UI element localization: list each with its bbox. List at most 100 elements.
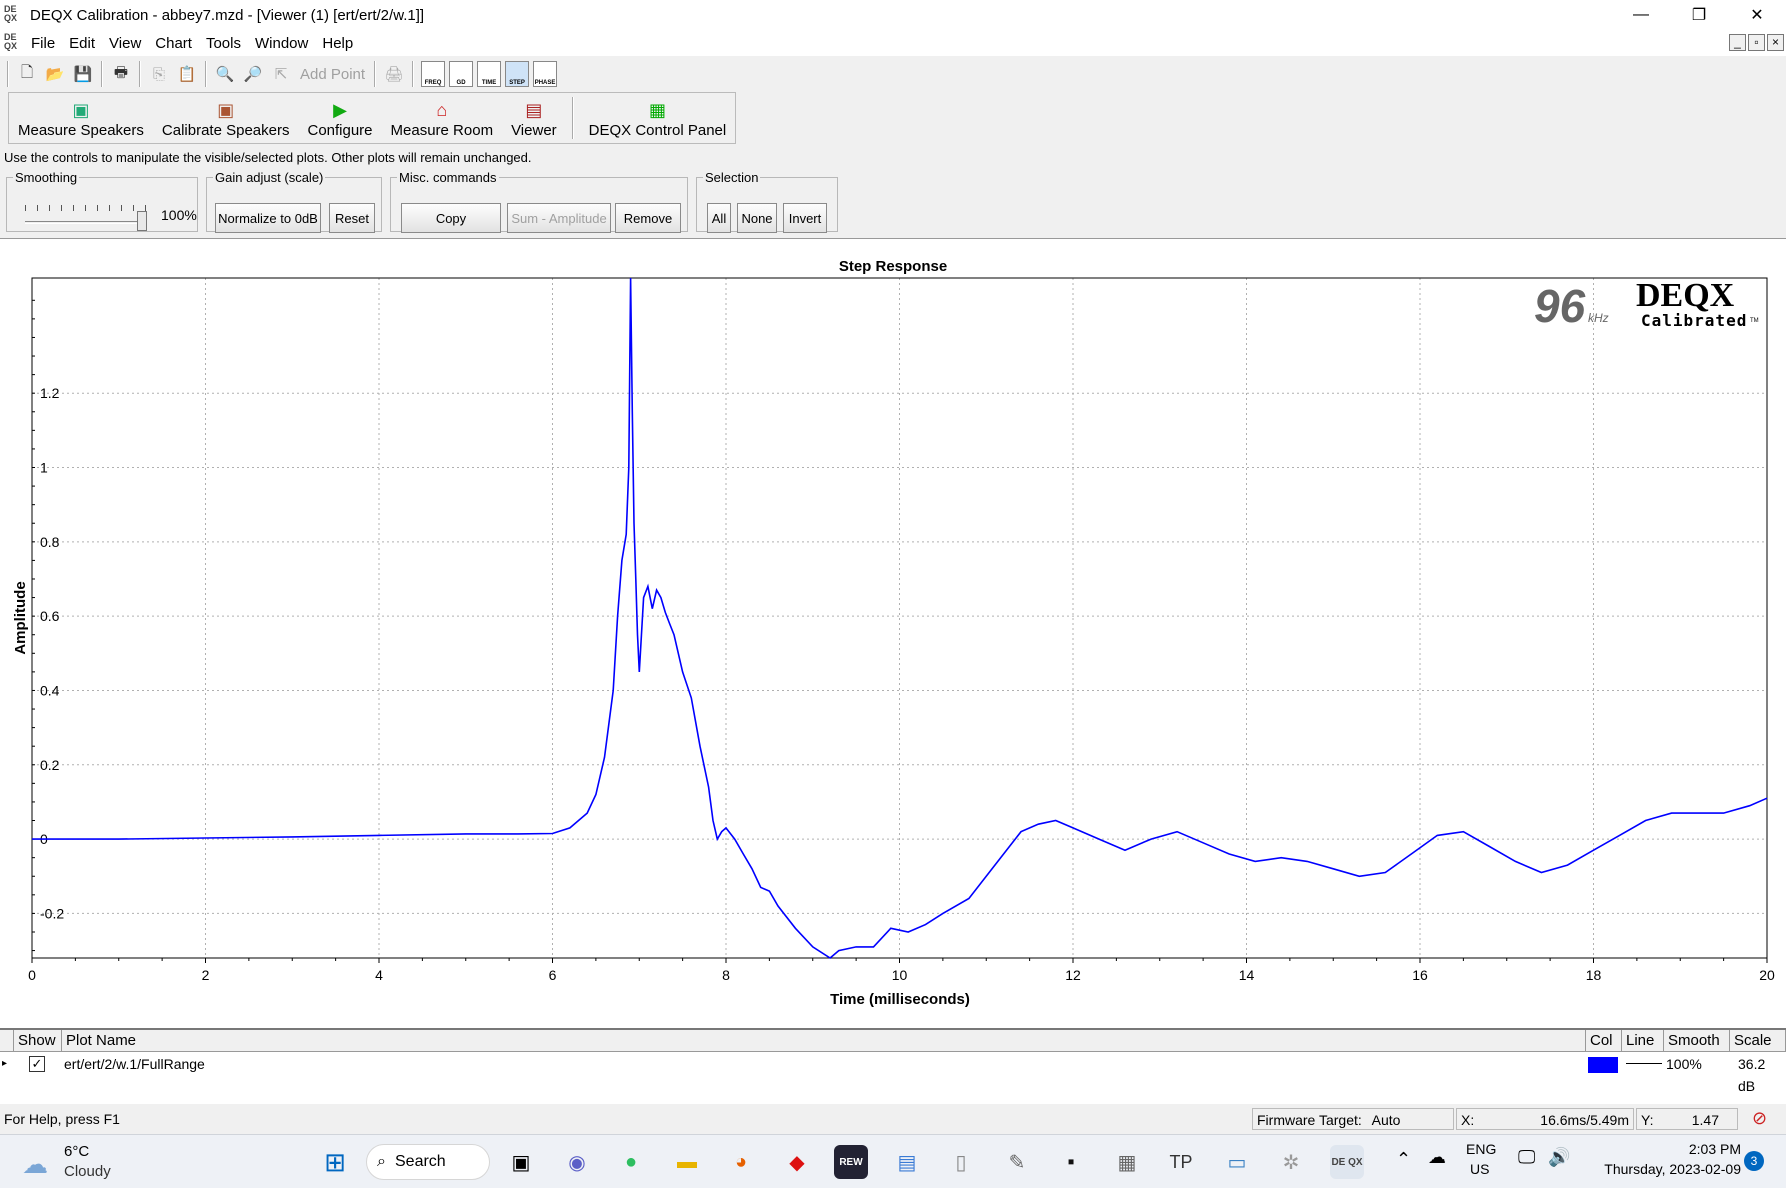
copy-button[interactable]: Copy	[401, 203, 501, 233]
minimize-button[interactable]: —	[1612, 0, 1670, 30]
normalize-button[interactable]: Normalize to 0dB	[215, 203, 321, 233]
deqx-app-icon: DE QX	[4, 4, 18, 23]
reset-button[interactable]: Reset	[329, 203, 375, 233]
control-panel-icon: ▦	[648, 100, 666, 120]
print-icon[interactable]: 🖶	[108, 61, 134, 87]
step-response-chart[interactable]: 0 2 4 6 8 10 12 14 16 18 20-0.200.20.40.60.811.2 T…	[0, 238, 1786, 1028]
menu-view[interactable]: View	[102, 35, 148, 52]
show-checkbox[interactable]: ✓	[29, 1056, 45, 1072]
media-app-icon[interactable]: ▪	[1054, 1145, 1088, 1179]
onedrive-cloud-icon[interactable]: ☁	[1428, 1147, 1446, 1168]
chevron-up-icon[interactable]: ⌃	[1396, 1149, 1411, 1170]
firmware-target-value: Auto	[1371, 1112, 1401, 1128]
save-icon[interactable]: 💾	[70, 61, 96, 87]
calibrate-speakers-button[interactable]: ▣ Calibrate Speakers	[153, 93, 299, 143]
wordpad-icon[interactable]: ✎	[1000, 1145, 1034, 1179]
smooth-cell[interactable]: 100%	[1666, 1053, 1702, 1075]
mdi-restore-button[interactable]: ▫	[1748, 34, 1765, 51]
smoothing-slider[interactable]	[25, 201, 155, 231]
menu-tools[interactable]: Tools	[199, 35, 248, 52]
network-icon[interactable]: 🖵	[1518, 1147, 1535, 1168]
column-line[interactable]: Line	[1622, 1030, 1664, 1052]
clock-date[interactable]: Thursday, 2023-02-09	[1585, 1161, 1741, 1177]
notepad-icon[interactable]: ▤	[890, 1145, 924, 1179]
zoom-out-icon[interactable]: 🔍	[212, 61, 238, 87]
time-view-button[interactable]: TIME	[477, 61, 502, 87]
fan-app-icon[interactable]: ✲	[1274, 1145, 1308, 1179]
rew-app-icon[interactable]: REW	[834, 1145, 868, 1179]
firefox-icon[interactable]: ◕	[724, 1145, 758, 1179]
column-smooth[interactable]: Smooth	[1664, 1030, 1730, 1052]
close-button[interactable]: ✕	[1728, 0, 1786, 30]
menu-chart[interactable]: Chart	[148, 35, 199, 52]
language-code[interactable]: ENG	[1466, 1141, 1496, 1157]
column-plot-name[interactable]: Plot Name	[62, 1030, 1586, 1052]
slider-track	[25, 221, 147, 224]
x-coordinate-label: X:	[1461, 1112, 1475, 1128]
restore-button[interactable]: ❐	[1670, 0, 1728, 30]
deqx-control-panel-button[interactable]: ▦ DEQX Control Panel	[580, 93, 736, 143]
file-explorer-icon[interactable]: ▬	[670, 1145, 704, 1179]
selection-group: Selection All None Invert	[696, 170, 838, 233]
add-point-icon[interactable]: ⇱	[268, 61, 294, 87]
column-col[interactable]: Col	[1586, 1030, 1622, 1052]
column-scale[interactable]: Scale	[1730, 1030, 1786, 1052]
y-tick-label: 1.2	[40, 385, 60, 401]
windows-start-icon[interactable]: ⊞	[318, 1145, 352, 1179]
plot-name-cell[interactable]: ert/ert/2/w.1/FullRange	[64, 1053, 205, 1075]
freq-view-button[interactable]: FREQ	[421, 61, 446, 87]
region-code[interactable]: US	[1470, 1161, 1489, 1177]
row-pointer-icon: ▸	[2, 1058, 8, 1069]
superman-app-icon[interactable]: ◆	[780, 1145, 814, 1179]
deqx-taskbar-icon[interactable]: DE QX	[1330, 1145, 1364, 1179]
gd-view-button[interactable]: GD	[449, 61, 474, 87]
menu-help[interactable]: Help	[315, 35, 360, 52]
blank-document-icon[interactable]: ▯	[944, 1145, 978, 1179]
print-chart-icon[interactable]: 🖨	[381, 61, 407, 87]
clock-time[interactable]: 2:03 PM	[1585, 1141, 1741, 1157]
new-file-icon[interactable]: 🗋	[14, 61, 40, 87]
teams-chat-icon[interactable]: ◉	[560, 1145, 594, 1179]
column-show[interactable]: Show	[14, 1030, 62, 1052]
open-folder-icon[interactable]: 📂	[42, 61, 68, 87]
menu-window[interactable]: Window	[248, 35, 315, 52]
phase-view-button[interactable]: PHASE	[533, 61, 558, 87]
volume-icon[interactable]: 🔊	[1548, 1147, 1570, 1168]
evernote-icon[interactable]: ●	[614, 1145, 648, 1179]
step-view-button[interactable]: STEP	[505, 61, 530, 87]
weather-desc[interactable]: Cloudy	[64, 1163, 111, 1180]
select-all-button[interactable]: All	[707, 203, 731, 233]
add-point-button[interactable]: Add Point	[296, 66, 369, 83]
device-disconnected-icon[interactable]: ⊘	[1752, 1108, 1767, 1129]
hint-text: Use the controls to manipulate the visib…	[4, 150, 532, 165]
zoom-in-icon[interactable]: 🔎	[240, 61, 266, 87]
viewer-button[interactable]: ▤ Viewer	[502, 93, 566, 143]
mdi-close-button[interactable]: ×	[1767, 34, 1784, 51]
measure-room-button[interactable]: ⌂ Measure Room	[382, 93, 503, 143]
menu-file[interactable]: File	[24, 35, 62, 52]
window-app-icon[interactable]: ▭	[1220, 1145, 1254, 1179]
notification-badge[interactable]: 3	[1744, 1151, 1764, 1171]
invert-selection-button[interactable]: Invert	[783, 203, 827, 233]
slider-thumb[interactable]	[137, 211, 147, 231]
weather-temp[interactable]: 6°C	[64, 1143, 89, 1160]
workflow-toolbar: ▣ Measure Speakers ▣ Calibrate Speakers …	[8, 92, 737, 144]
plot-color-swatch[interactable]	[1588, 1057, 1618, 1073]
remove-button[interactable]: Remove	[615, 203, 681, 233]
menu-edit[interactable]: Edit	[62, 35, 102, 52]
sum-amplitude-button[interactable]: Sum - Amplitude	[507, 203, 611, 233]
paste-icon[interactable]: 📋	[174, 61, 200, 87]
copy-icon[interactable]: ⎘	[146, 61, 172, 87]
line-style-sample[interactable]	[1626, 1063, 1662, 1064]
weather-cloud-icon[interactable]: ☁	[22, 1149, 48, 1180]
scale-cell[interactable]: 36.2 dB	[1738, 1053, 1786, 1094]
measure-speakers-button[interactable]: ▣ Measure Speakers	[9, 93, 153, 143]
select-none-button[interactable]: None	[737, 203, 777, 233]
task-view-icon[interactable]: ▣	[504, 1145, 538, 1179]
tp-app-icon[interactable]: TP	[1164, 1145, 1198, 1179]
configure-button[interactable]: ▶ Configure	[298, 93, 381, 143]
mdi-document-icon[interactable]: DE QX	[4, 33, 24, 53]
mdi-minimize-button[interactable]: _	[1729, 34, 1746, 51]
calculator-icon[interactable]: ▦	[1110, 1145, 1144, 1179]
taskbar-search[interactable]: ⌕ Search	[366, 1144, 490, 1180]
